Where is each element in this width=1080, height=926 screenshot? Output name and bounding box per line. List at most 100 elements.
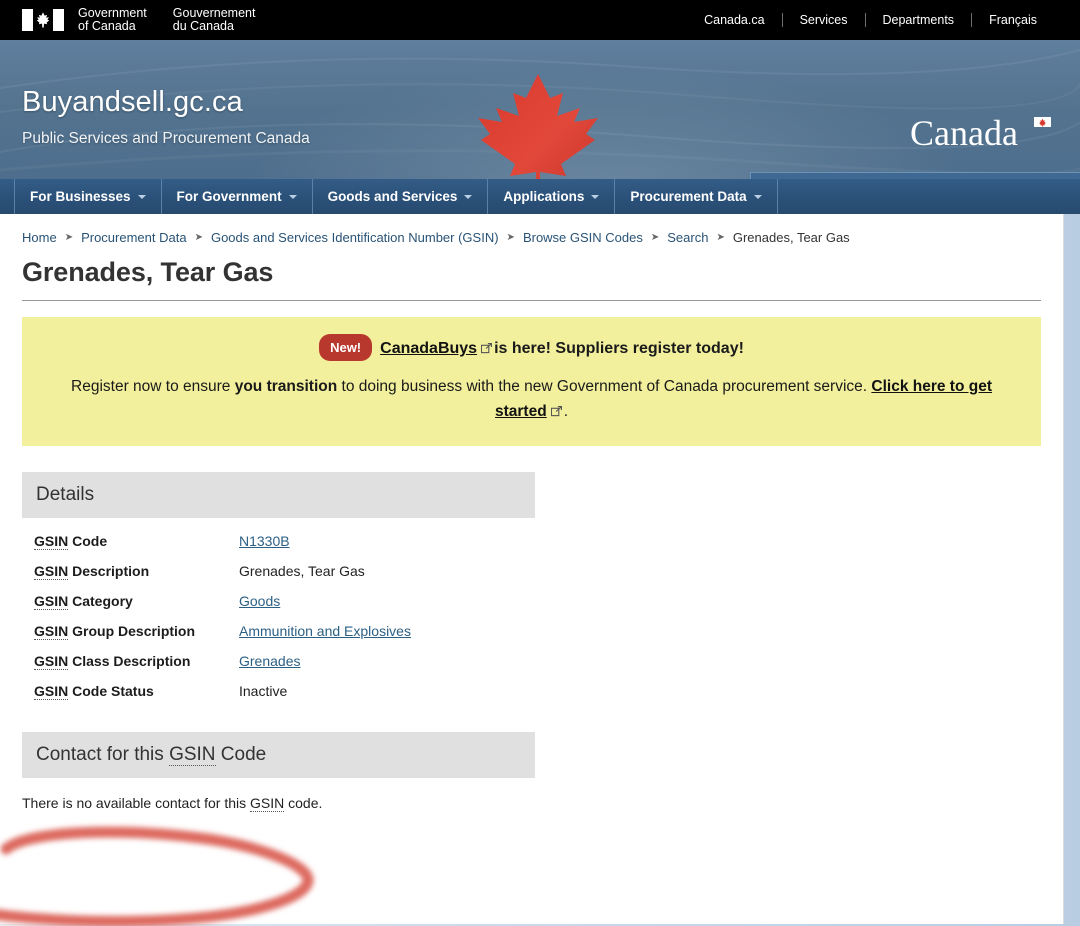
canada-wordmark: Canada	[910, 114, 1051, 153]
chevron-down-icon	[137, 194, 146, 199]
detail-row-gsin-description: GSIN Description Grenades, Tear Gas	[34, 556, 535, 586]
content-container: Home ➤ Procurement Data ➤ Goods and Serv…	[0, 214, 1064, 924]
breadcrumb: Home ➤ Procurement Data ➤ Goods and Serv…	[22, 214, 1041, 253]
alert-line-1: New! CanadaBuys is here! Suppliers registe…	[52, 334, 1011, 362]
detail-label-rest: Class Description	[72, 653, 191, 670]
alert-line-2-end: .	[563, 403, 568, 421]
breadcrumb-separator-icon: ➤	[64, 232, 74, 243]
gsin-abbr: GSIN	[34, 593, 69, 611]
site-subtitle: Public Services and Procurement Canada	[22, 130, 310, 147]
nav-item-goods-and-services[interactable]: Goods and Services	[313, 179, 489, 214]
nav-item-procurement-data[interactable]: Procurement Data	[615, 179, 778, 214]
gsin-abbr: GSIN	[34, 683, 69, 701]
chevron-down-icon	[753, 194, 762, 199]
breadcrumb-separator-icon: ➤	[650, 232, 660, 243]
breadcrumb-item-search[interactable]: Search	[667, 230, 708, 245]
breadcrumb-item-gsin[interactable]: Goods and Services Identification Number…	[211, 230, 499, 245]
contact-heading-part2: Code	[220, 744, 267, 766]
gc-wordmark-en-line2: of Canada	[78, 19, 136, 33]
details-panel-body: GSIN Code N1330B GSIN Description Grenad…	[22, 518, 535, 706]
nav-item-for-government[interactable]: For Government	[162, 179, 313, 214]
nav-label: For Businesses	[30, 189, 131, 204]
nav-item-applications[interactable]: Applications	[488, 179, 616, 214]
page-root: Government of Canada Gouvernement du Can…	[0, 0, 1080, 926]
detail-row-gsin-category: GSIN Category Goods	[34, 586, 535, 616]
detail-value: Grenades	[239, 646, 300, 676]
gsin-abbr: GSIN	[169, 744, 216, 767]
government-of-canada-bar: Government of Canada Gouvernement du Can…	[0, 0, 1080, 40]
gsin-code-link[interactable]: N1330B	[239, 533, 290, 549]
gc-signature[interactable]: Government of Canada Gouvernement du Can…	[22, 7, 255, 33]
top-nav-francais[interactable]: Français	[972, 13, 1054, 27]
detail-label: GSIN Code Status	[34, 676, 239, 706]
page-title: Grenades, Tear Gas	[22, 257, 1041, 301]
chevron-down-icon	[288, 194, 297, 199]
top-nav-services[interactable]: Services	[783, 13, 866, 27]
breadcrumb-separator-icon: ➤	[716, 232, 725, 243]
breadcrumb-item-procurement-data[interactable]: Procurement Data	[81, 230, 187, 245]
contact-note: There is no available contact for this G…	[22, 795, 1041, 813]
breadcrumb-item-browse-gsin-codes[interactable]: Browse GSIN Codes	[523, 230, 643, 245]
breadcrumb-item-home[interactable]: Home	[22, 230, 57, 245]
gc-wordmark-en: Government of Canada	[78, 7, 147, 33]
alert-line-1-rest: is here! Suppliers register today!	[494, 339, 744, 357]
maple-leaf-graphic	[458, 72, 618, 179]
contact-heading-part1: Contact for this	[36, 744, 164, 766]
detail-label-rest: Category	[72, 593, 133, 610]
detail-label-rest: Group Description	[72, 623, 196, 640]
gsin-class-description-link[interactable]: Grenades	[239, 653, 300, 669]
gsin-abbr: GSIN	[34, 623, 69, 641]
top-nav-departments[interactable]: Departments	[866, 13, 973, 27]
site-banner: Buyandsell.gc.ca Public Services and Pro…	[0, 40, 1080, 179]
canadabuys-alert-banner: New! CanadaBuys is here! Suppliers registe…	[22, 317, 1041, 447]
detail-row-gsin-class-description: GSIN Class Description Grenades	[34, 646, 535, 676]
gsin-abbr: GSIN	[34, 653, 69, 671]
nav-label: Procurement Data	[630, 189, 747, 204]
detail-value: Ammunition and Explosives	[239, 616, 411, 646]
breadcrumb-item-current: Grenades, Tear Gas	[732, 230, 850, 245]
nav-item-for-businesses[interactable]: For Businesses	[14, 179, 162, 214]
detail-row-gsin-group-description: GSIN Group Description Ammunition and Ex…	[34, 616, 535, 646]
details-panel-heading: Details	[22, 472, 535, 519]
main-navigation: For Businesses For Government Goods and …	[0, 179, 1080, 214]
detail-value: Goods	[239, 586, 280, 616]
detail-label-rest: Description	[72, 563, 150, 580]
detail-label: GSIN Group Description	[34, 616, 239, 646]
canada-flag-icon	[22, 9, 64, 31]
site-search: Search	[750, 172, 1080, 179]
alert-line-2-part2: to doing business with the new Governmen…	[341, 378, 868, 396]
alert-line-2-part1: Register now to ensure	[71, 378, 231, 396]
detail-label: GSIN Code	[34, 526, 239, 556]
breadcrumb-separator-icon: ➤	[194, 232, 203, 243]
gsin-abbr: GSIN	[250, 795, 285, 813]
breadcrumb-separator-icon: ➤	[506, 232, 515, 243]
gsin-abbr: GSIN	[34, 563, 69, 581]
contact-note-part2: code.	[288, 795, 323, 812]
nav-label: Goods and Services	[327, 189, 458, 204]
chevron-down-icon	[464, 194, 473, 199]
svg-text:Canada: Canada	[910, 114, 1018, 153]
detail-row-gsin-code-status: GSIN Code Status Inactive	[34, 676, 535, 706]
detail-label-rest: Code Status	[72, 683, 154, 700]
detail-value: Grenades, Tear Gas	[239, 563, 365, 580]
detail-label: GSIN Description	[34, 556, 239, 586]
gsin-category-link[interactable]: Goods	[239, 593, 280, 609]
detail-value: N1330B	[239, 526, 290, 556]
contact-note-part1: There is no available contact for this	[22, 795, 247, 812]
top-nav-canada-ca[interactable]: Canada.ca	[687, 13, 783, 27]
alert-line-2-bold: you transition	[234, 378, 338, 396]
detail-row-gsin-code: GSIN Code N1330B	[34, 526, 535, 556]
details-panel: Details GSIN Code N1330B GSIN Descriptio…	[22, 472, 535, 706]
contact-panel-heading: Contact for this GSIN Code	[22, 732, 535, 779]
detail-value: Inactive	[239, 683, 288, 700]
canadabuys-link[interactable]: CanadaBuys	[380, 340, 477, 357]
maple-leaf-icon	[478, 74, 598, 179]
gsin-abbr: GSIN	[34, 533, 69, 551]
new-badge: New!	[319, 334, 373, 362]
nav-label: For Government	[176, 189, 282, 204]
external-link-icon	[481, 342, 493, 353]
detail-label-rest: Code	[72, 533, 108, 550]
gsin-group-description-link[interactable]: Ammunition and Explosives	[239, 623, 411, 639]
global-top-nav: Canada.ca Services Departments Français	[687, 13, 1054, 27]
nav-label: Applications	[503, 189, 585, 204]
